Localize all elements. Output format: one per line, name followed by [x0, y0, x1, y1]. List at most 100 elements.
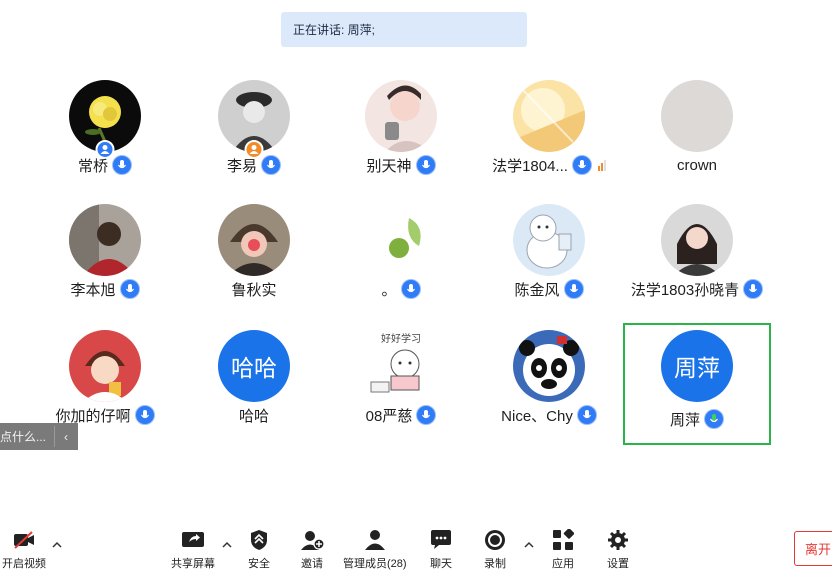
participant-tile[interactable]: 哈哈 哈哈	[180, 320, 328, 442]
shield-icon	[247, 528, 271, 552]
participant-name-row: 陈金风	[475, 278, 623, 300]
participant-name: 别天神	[366, 157, 412, 175]
microphone-icon[interactable]	[119, 279, 140, 299]
participant-name-row: 。	[327, 278, 475, 300]
participant-tile[interactable]: 李本旭	[31, 194, 179, 316]
meeting-toolbar: 开启视频 共享屏幕 安全 邀请 管理成员(28) 聊天 录制 应用 设置	[0, 522, 832, 573]
participant-tile-active-speaker[interactable]: 周萍 周萍	[623, 323, 771, 445]
participant-name: 李易	[226, 157, 257, 175]
start-video-label: 开启视频	[2, 558, 46, 570]
avatar	[365, 80, 437, 152]
settings-button[interactable]: 设置	[606, 528, 630, 571]
participant-name-row: 周萍	[625, 408, 769, 430]
participants-icon	[363, 528, 387, 552]
avatar	[513, 330, 585, 402]
microphone-icon[interactable]	[415, 155, 436, 175]
chevron-up-icon[interactable]	[221, 539, 233, 551]
participant-tile[interactable]: 好好学习 08严慈	[327, 320, 475, 442]
participant-name-row: Nice、Chy	[475, 404, 623, 426]
gear-icon	[606, 528, 630, 552]
signal-strength-icon	[597, 159, 606, 171]
participant-tile[interactable]: 陈金风	[475, 194, 623, 316]
video-off-icon	[12, 528, 36, 552]
start-video-button[interactable]: 开启视频	[2, 528, 46, 571]
security-button[interactable]: 安全	[247, 528, 271, 571]
participant-name: 哈哈	[238, 407, 269, 425]
add-user-icon	[300, 528, 324, 552]
manage-participants-label: 管理成员(28)	[343, 558, 407, 570]
participant-name-row: 鲁秋实	[180, 278, 328, 300]
avatar	[661, 204, 733, 276]
apps-grid-icon	[551, 528, 575, 552]
participant-tile[interactable]: crown	[623, 70, 771, 192]
security-label: 安全	[248, 558, 270, 570]
participant-tile[interactable]: 别天神	[327, 70, 475, 192]
participant-tile[interactable]: 。	[327, 194, 475, 316]
share-screen-button[interactable]: 共享屏幕	[171, 528, 215, 571]
microphone-icon[interactable]	[400, 279, 421, 299]
participant-name-row: 法学1803孙晓青	[623, 278, 771, 300]
participant-tile[interactable]: 法学1804...	[475, 70, 623, 192]
avatar: 哈哈	[218, 330, 290, 402]
microphone-icon[interactable]	[134, 405, 155, 425]
participant-name: 李本旭	[70, 281, 116, 299]
participant-tile[interactable]: Nice、Chy	[475, 320, 623, 442]
participant-name: 周萍	[669, 411, 700, 429]
participant-name: 法学1804...	[492, 157, 568, 175]
chat-button[interactable]: 聊天	[429, 528, 453, 571]
avatar-caption: 好好学习	[381, 332, 421, 345]
speaking-banner-text: 正在讲话: 周萍;	[293, 23, 376, 37]
microphone-icon[interactable]	[743, 279, 764, 299]
participant-name: 法学1803孙晓青	[630, 281, 740, 299]
microphone-icon[interactable]	[576, 405, 597, 425]
participant-name-row: 李本旭	[31, 278, 179, 300]
participant-tile[interactable]: 法学1803孙晓青	[623, 194, 771, 316]
manage-participants-button[interactable]: 管理成员(28)	[343, 528, 407, 571]
record-icon	[483, 528, 507, 552]
invite-label: 邀请	[301, 558, 323, 570]
leave-label: 离开	[805, 542, 832, 557]
participant-name: 陈金风	[514, 281, 560, 299]
share-screen-icon	[181, 528, 205, 552]
participant-tile[interactable]: 常桥	[31, 70, 179, 192]
avatar	[69, 204, 141, 276]
apps-button[interactable]: 应用	[551, 528, 575, 571]
participant-name: 常桥	[77, 157, 108, 175]
participant-name-row: crown	[623, 154, 771, 176]
participant-tile[interactable]: 鲁秋实	[180, 194, 328, 316]
participant-name: 。	[381, 281, 397, 299]
participant-tile[interactable]: 李易	[180, 70, 328, 192]
avatar	[661, 80, 733, 152]
chat-label: 聊天	[430, 558, 452, 570]
apps-label: 应用	[552, 558, 574, 570]
microphone-icon[interactable]	[261, 155, 281, 175]
chat-preview-tab[interactable]: 点什么... ‹	[0, 423, 78, 450]
leave-meeting-button[interactable]: 离开	[794, 531, 832, 566]
participant-name-row: 哈哈	[180, 404, 328, 426]
chat-bubble-icon	[429, 528, 453, 552]
chat-preview-text: 点什么...	[0, 430, 47, 444]
speaking-banner: 正在讲话: 周萍;	[281, 12, 527, 47]
avatar	[513, 80, 585, 152]
avatar	[218, 204, 290, 276]
record-label: 录制	[484, 558, 506, 570]
microphone-icon[interactable]	[112, 155, 132, 175]
microphone-speaking-icon[interactable]	[704, 409, 724, 429]
avatar	[365, 204, 437, 276]
microphone-icon[interactable]	[563, 279, 584, 299]
record-button[interactable]: 录制	[483, 528, 507, 571]
microphone-icon[interactable]	[571, 155, 592, 175]
avatar	[69, 330, 141, 402]
participant-name-row: 李易	[180, 154, 328, 176]
share-screen-label: 共享屏幕	[171, 558, 215, 570]
avatar	[513, 204, 585, 276]
microphone-icon[interactable]	[416, 405, 437, 425]
settings-label: 设置	[607, 558, 629, 570]
chevron-up-icon[interactable]	[51, 539, 63, 551]
participant-name: 08严慈	[365, 407, 413, 425]
chevron-up-icon[interactable]	[523, 539, 535, 551]
participant-name-row: 法学1804...	[475, 154, 623, 176]
participant-name-row: 常桥	[31, 154, 179, 176]
collapse-arrow-icon[interactable]: ‹	[54, 426, 77, 447]
invite-button[interactable]: 邀请	[300, 528, 324, 571]
